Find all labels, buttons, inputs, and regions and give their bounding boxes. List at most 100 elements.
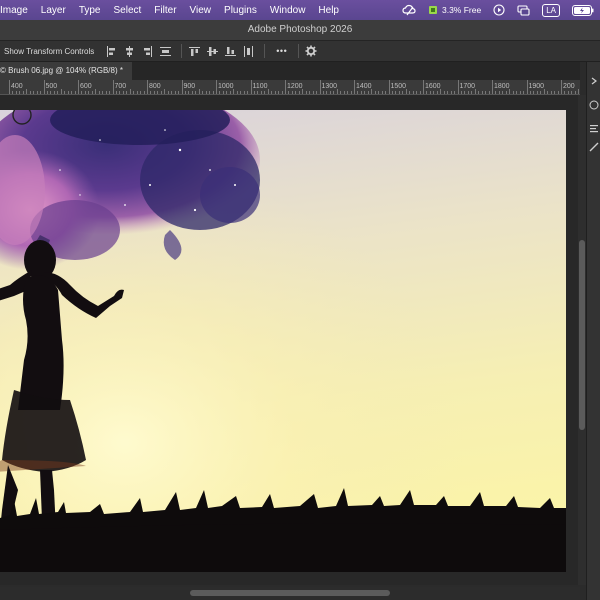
ruler-tick (19, 91, 21, 94)
align-top-icon[interactable] (187, 44, 201, 58)
distribute-vertical-icon[interactable] (158, 44, 172, 58)
align-bottom-icon[interactable] (223, 44, 237, 58)
menu-view[interactable]: View (183, 5, 218, 16)
ruler-tick (12, 91, 14, 94)
gear-icon[interactable] (304, 44, 318, 58)
ruler-tick (547, 91, 549, 94)
ruler-tick (561, 80, 562, 94)
ruler-tick (391, 91, 393, 94)
ruler-tick (267, 89, 269, 94)
screen-mirror-icon[interactable] (517, 0, 530, 20)
ruler-tick (354, 80, 355, 94)
ruler-tick (46, 91, 48, 94)
ruler-tick (133, 91, 135, 94)
creative-cloud-icon[interactable] (402, 0, 416, 20)
input-source-badge: LA (542, 3, 560, 17)
play-icon[interactable] (493, 0, 505, 20)
ruler-tick (309, 91, 311, 94)
ruler-tick (336, 89, 338, 94)
ruler-tick (467, 91, 469, 94)
panel-expand-icon[interactable] (589, 76, 599, 86)
ruler-tick (454, 91, 456, 94)
menu-help[interactable]: Help (312, 5, 346, 16)
canvas-artwork (0, 110, 566, 572)
align-middle-vertical-icon[interactable] (205, 44, 219, 58)
align-center-horizontal-icon[interactable] (122, 44, 136, 58)
ruler-tick (302, 89, 304, 94)
ruler-tick (505, 91, 507, 94)
ruler-tick (157, 91, 159, 94)
image-canvas[interactable] (0, 110, 566, 572)
menu-filter[interactable]: Filter (148, 5, 183, 16)
ruler-tick (519, 91, 521, 94)
ruler-tick (481, 91, 483, 94)
ruler-tick (188, 91, 190, 94)
ruler-tick (385, 91, 387, 94)
ruler-tick (274, 91, 276, 94)
ruler-tick (250, 80, 252, 94)
ruler-tick (88, 91, 90, 94)
ruler-tick (191, 91, 193, 94)
ruler-tick (402, 91, 404, 94)
ruler-tick (95, 89, 97, 94)
battery-icon[interactable] (572, 0, 594, 20)
ruler-tick (150, 91, 152, 94)
ruler-tick (29, 91, 31, 94)
ruler-tick (509, 89, 511, 94)
menu-plugins[interactable]: Plugins (218, 5, 264, 16)
ruler-tick (498, 91, 500, 94)
ruler-tick (33, 91, 35, 94)
ruler-tick (202, 91, 204, 94)
align-left-icon[interactable] (104, 44, 118, 58)
vertical-scrollbar[interactable] (578, 95, 586, 585)
ruler-tick (347, 91, 349, 94)
document-tab[interactable]: © Brush 06.jpg @ 104% (RGB/8) * (0, 62, 132, 80)
ruler-tick (243, 91, 245, 94)
horizontal-ruler[interactable]: 400 500 600 700 800 900 1000 1100 1200 1300 1400 15… (0, 80, 580, 95)
menu-select[interactable]: Select (107, 5, 148, 16)
ruler-tick (84, 91, 86, 94)
ruler-tick (57, 91, 59, 94)
ruler-tick (388, 80, 390, 94)
ruler-tick (98, 91, 100, 94)
ruler-tick (81, 91, 83, 94)
ruler-tick (350, 91, 352, 94)
ruler-tick (457, 80, 459, 94)
ruler-tick (285, 80, 286, 94)
cpu-monitor[interactable]: 3.3% Free (428, 0, 481, 20)
paragraph-icon[interactable] (589, 124, 599, 134)
menu-image[interactable]: Image (0, 5, 34, 16)
ruler-tick (371, 89, 373, 94)
ruler-tick (264, 91, 266, 94)
distribute-horizontal-icon[interactable] (241, 44, 255, 58)
ruler-tick (464, 91, 466, 94)
ruler-tick (574, 91, 576, 94)
brush-preset-icon[interactable] (589, 142, 599, 152)
vertical-scroll-thumb[interactable] (579, 240, 585, 430)
ruler-tick (205, 91, 207, 94)
align-right-icon[interactable] (140, 44, 154, 58)
ruler-tick (160, 91, 162, 94)
ruler-tick (543, 89, 545, 94)
menu-type[interactable]: Type (72, 5, 107, 16)
more-options-button[interactable]: ••• (276, 46, 287, 56)
ruler-tick (102, 91, 104, 94)
ruler-tick (15, 91, 17, 94)
ruler-tick (357, 91, 359, 94)
ruler-tick (343, 91, 345, 94)
ruler-tick (405, 89, 407, 94)
ruler-tick (71, 91, 73, 94)
show-transform-controls-label[interactable]: Show Transform Controls (4, 47, 94, 56)
user-input-source[interactable]: LA (542, 0, 560, 20)
cpu-free-label: 3.3% Free (441, 5, 482, 15)
ruler-tick (126, 91, 128, 94)
history-icon[interactable] (589, 100, 599, 110)
ruler-tick (578, 89, 580, 94)
ruler-tick (91, 91, 93, 94)
menu-window[interactable]: Window (263, 5, 312, 16)
menu-layer[interactable]: Layer (34, 5, 72, 16)
ruler-tick (295, 91, 297, 94)
ruler-tick (436, 91, 438, 94)
horizontal-scrollbar[interactable] (0, 587, 580, 600)
horizontal-scroll-thumb[interactable] (190, 590, 390, 596)
